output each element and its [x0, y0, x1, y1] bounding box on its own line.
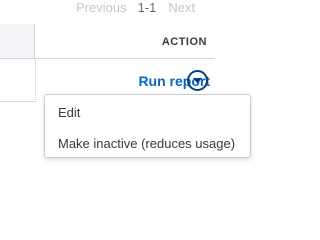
row-actions-menu: Edit Make inactive (reduces usage) — [44, 94, 251, 158]
action-column-header: ACTION — [161, 36, 207, 48]
chevron-down-icon — [193, 77, 202, 83]
menu-item-edit[interactable]: Edit — [58, 105, 80, 120]
next-page-link[interactable]: Next — [168, 0, 195, 15]
menu-item-make-inactive[interactable]: Make inactive (reduces usage) — [58, 136, 235, 151]
header-column-cell — [0, 24, 35, 58]
previous-page-link[interactable]: Previous — [76, 0, 127, 15]
row-actions-dropdown-button[interactable] — [187, 70, 208, 91]
table-header: ACTION — [0, 24, 215, 59]
table-row-cell — [0, 60, 36, 102]
pagination: Previous 1-1 Next — [76, 0, 195, 15]
page-range: 1-1 — [137, 0, 157, 15]
